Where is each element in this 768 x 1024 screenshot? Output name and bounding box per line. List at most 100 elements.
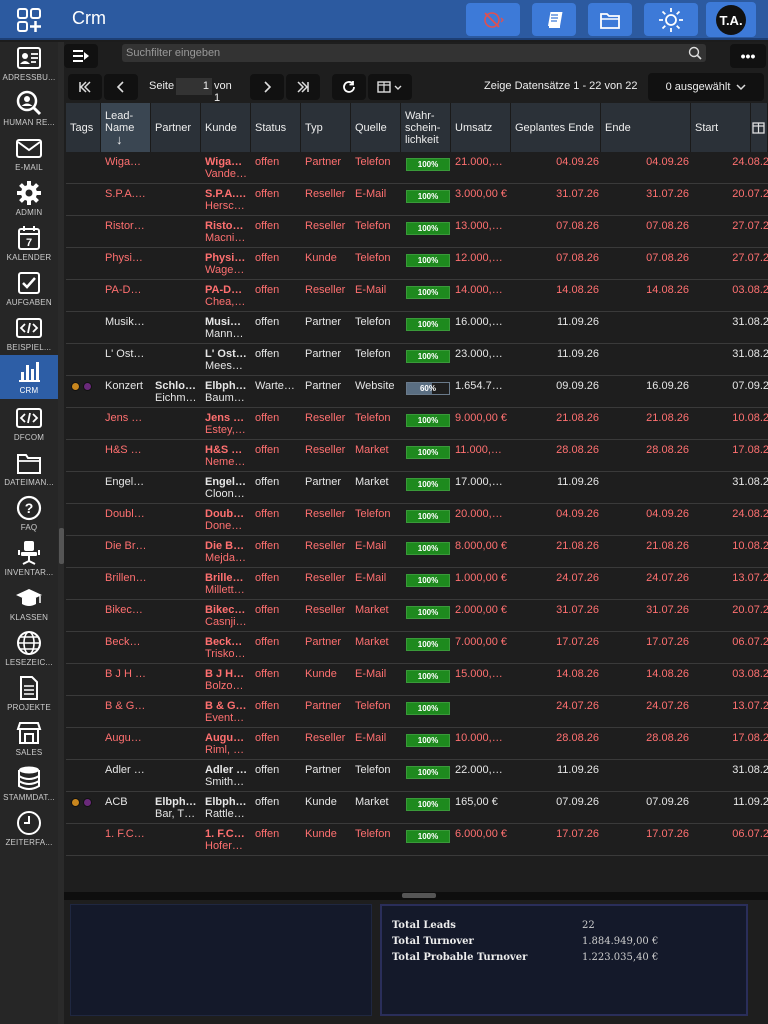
previous-page-button[interactable] bbox=[104, 74, 138, 100]
sidebar-item-dfcom[interactable]: DFCOM bbox=[0, 402, 58, 446]
sidebar-item-aufgaben[interactable]: AUFGABEN bbox=[0, 267, 58, 311]
user-avatar-button[interactable]: T.A. bbox=[706, 2, 756, 37]
cell-status: offen bbox=[255, 156, 301, 168]
refresh-button[interactable] bbox=[332, 74, 366, 100]
sidebar-item-sales[interactable]: SALES bbox=[0, 717, 58, 761]
table-row[interactable]: Ristor… Risto… Macni… offen Reseller Telefon 1… bbox=[66, 216, 768, 248]
page-number-input[interactable]: 1 bbox=[176, 78, 212, 95]
table-row[interactable]: Jens … Jens … Estey,… offen Reseller Telefon 9… bbox=[66, 408, 768, 440]
sidebar-item-label: E-MAIL bbox=[15, 163, 43, 172]
cell-text: Reseller bbox=[305, 220, 346, 232]
sidebar-item-admin[interactable]: ADMIN bbox=[0, 177, 58, 221]
probability-text: 100% bbox=[417, 192, 439, 201]
sun-icon bbox=[659, 7, 683, 32]
sidebar-item-email[interactable]: E-MAIL bbox=[0, 132, 58, 176]
clock-icon bbox=[17, 811, 41, 835]
cell-start: 31.08.2 bbox=[695, 476, 768, 488]
sidebar-item-kalender[interactable]: 7 KALENDER bbox=[0, 222, 58, 266]
table-row[interactable]: Bikec… Bikec… Casnji… offen Reseller Market 2.… bbox=[66, 600, 768, 632]
column-header-partner[interactable]: Partner bbox=[151, 103, 201, 152]
column-header-typ[interactable]: Typ bbox=[301, 103, 351, 152]
cell-start: 07.09.2 bbox=[695, 380, 768, 392]
search-input[interactable]: Suchfilter eingeben bbox=[122, 44, 706, 62]
column-chooser-button[interactable] bbox=[750, 103, 768, 152]
location-off-icon bbox=[484, 11, 504, 28]
svg-text:7: 7 bbox=[26, 237, 32, 249]
table-row[interactable]: ACB Elbph… Bar, T… Elbph… Rattle… offen Kunde M… bbox=[66, 792, 768, 824]
more-options-button[interactable]: ••• bbox=[730, 44, 766, 68]
table-row[interactable]: Physi… Physi… Wage… offen Kunde Telefon 12.000… bbox=[66, 248, 768, 280]
sidebar-item-adressbuch[interactable]: ADRESSBU... bbox=[0, 42, 58, 86]
column-header-lead-name[interactable]: Lead- Name ↓ bbox=[101, 103, 151, 152]
cell-text: offen bbox=[255, 572, 280, 584]
column-header-status[interactable]: Status bbox=[251, 103, 301, 152]
selection-dropdown[interactable]: 0 ausgewählt bbox=[648, 73, 764, 101]
theme-toggle-button[interactable] bbox=[644, 3, 698, 36]
table-row[interactable]: 1. F.C… 1. F.C… Hofer… offen Kunde Telefon 6.0… bbox=[66, 824, 768, 856]
table-row[interactable]: PA-D… PA-D… Chea,… offen Reseller E-Mail 14.00… bbox=[66, 280, 768, 312]
sidebar-item-human-resources[interactable]: HUMAN RE... bbox=[0, 87, 58, 131]
sidebar-item-label: CRM bbox=[19, 386, 39, 395]
table-row[interactable]: H&S … H&S … Neme… offen Reseller Market 11.000… bbox=[66, 440, 768, 472]
next-page-button[interactable] bbox=[250, 74, 284, 100]
column-header-wahrscheinlichkeit[interactable]: Wahr- schein- lichkeit bbox=[401, 103, 451, 152]
cell-text: Physi… bbox=[205, 252, 246, 264]
apps-grid-icon[interactable] bbox=[16, 7, 42, 33]
sidebar-item-lesezeichen[interactable]: LESEZEIC... bbox=[0, 627, 58, 671]
cell-text: B J H… bbox=[205, 668, 245, 680]
table-row[interactable]: Augu… Augu… Riml, … offen Reseller E-Mail 10.0… bbox=[66, 728, 768, 760]
notebook-button[interactable] bbox=[532, 3, 576, 36]
first-page-button[interactable] bbox=[68, 74, 102, 100]
last-page-button[interactable] bbox=[286, 74, 320, 100]
sidebar-item-klassen[interactable]: KLASSEN bbox=[0, 582, 58, 626]
table-row[interactable]: Die Br… Die B… Mejda… offen Reseller E-Mail 8.… bbox=[66, 536, 768, 568]
folder-button[interactable] bbox=[588, 3, 632, 36]
cell-text: offen bbox=[255, 828, 280, 840]
table-row[interactable]: Adler … Adler … Smith… offen Partner Telefon 2… bbox=[66, 760, 768, 792]
sidebar-item-crm[interactable]: CRM bbox=[0, 355, 58, 399]
cell-text-secondary: Baum… bbox=[205, 392, 245, 404]
horizontal-splitter[interactable] bbox=[64, 892, 768, 900]
cell-text: 1. F.C… bbox=[105, 828, 145, 840]
column-header-tags[interactable]: Tags bbox=[66, 103, 101, 152]
column-header-quelle[interactable]: Quelle bbox=[351, 103, 401, 152]
table-row[interactable]: L' Ost… L' Ost… Mees… offen Partner Telefon 23… bbox=[66, 344, 768, 376]
cell-quelle: E-Mail bbox=[355, 668, 401, 680]
sidebar-item-stammdaten[interactable]: STAMMDAT... bbox=[0, 762, 58, 806]
table-row[interactable]: B J H … B J H… Bolzo… offen Kunde E-Mail 15.00… bbox=[66, 664, 768, 696]
table-row[interactable]: Wiga… Wiga… Vande… offen Partner Telefon 21.00… bbox=[66, 152, 768, 184]
sidebar-item-faq[interactable]: ? FAQ bbox=[0, 492, 58, 536]
search-icon[interactable] bbox=[688, 46, 702, 60]
table-row[interactable]: Musik… Musi… Mann… offen Partner Telefon 16.00… bbox=[66, 312, 768, 344]
cell-text: Engel… bbox=[105, 476, 145, 488]
column-header-start[interactable]: Start bbox=[691, 103, 751, 152]
column-layout-icon bbox=[752, 121, 765, 134]
probability-text: 100% bbox=[417, 832, 439, 841]
sidebar-item-dateimanager[interactable]: DATEIMAN... bbox=[0, 447, 58, 491]
toggle-sidebar-button[interactable] bbox=[64, 44, 98, 68]
table-row[interactable]: Engel… Engel… Cloon… offen Partner Market 17.0… bbox=[66, 472, 768, 504]
column-header-geplantes-ende[interactable]: Geplantes Ende bbox=[511, 103, 601, 152]
sidebar-item-projekte[interactable]: PROJEKTE bbox=[0, 672, 58, 716]
table-row[interactable]: Konzert Schlo… Eichm… Elbph… Baum… Warte… Part… bbox=[66, 376, 768, 408]
column-header-kunde[interactable]: Kunde bbox=[201, 103, 251, 152]
columns-menu-button[interactable] bbox=[368, 74, 412, 100]
cell-typ: Kunde bbox=[305, 828, 351, 840]
splitter-grip[interactable] bbox=[402, 893, 436, 898]
cell-kunde: Engel… Cloon… bbox=[205, 476, 251, 500]
cell-umsatz: 6.000,00 € bbox=[455, 828, 511, 840]
table-row[interactable]: Doubl… Doub… Done… offen Reseller Telefon 20.0… bbox=[66, 504, 768, 536]
table-row[interactable]: B & G… B & G… Event… offen Partner Telefon 24.… bbox=[66, 696, 768, 728]
sidebar-item-zeiterfassung[interactable]: ZEITERFA... bbox=[0, 807, 58, 851]
location-off-button[interactable] bbox=[466, 3, 520, 36]
page-count-label: von 1 bbox=[214, 80, 232, 104]
table-row[interactable]: Brillen… Brille… Millett… offen Reseller E-Ma… bbox=[66, 568, 768, 600]
cell-ende: 04.09.26 bbox=[605, 508, 689, 520]
sidebar-item-inventar[interactable]: INVENTAR... bbox=[0, 537, 58, 581]
column-header-ende[interactable]: Ende bbox=[601, 103, 691, 152]
sidebar-item-beispiel[interactable]: BEISPIEL... bbox=[0, 312, 58, 356]
column-header-umsatz[interactable]: Umsatz bbox=[451, 103, 511, 152]
table-row[interactable]: Beck… Beck… Trisko… offen Partner Market 7.000… bbox=[66, 632, 768, 664]
table-row[interactable]: S.P.A.… S.P.A.… Hersc… offen Reseller E-Mail 3… bbox=[66, 184, 768, 216]
probability-text: 60% bbox=[419, 384, 436, 393]
